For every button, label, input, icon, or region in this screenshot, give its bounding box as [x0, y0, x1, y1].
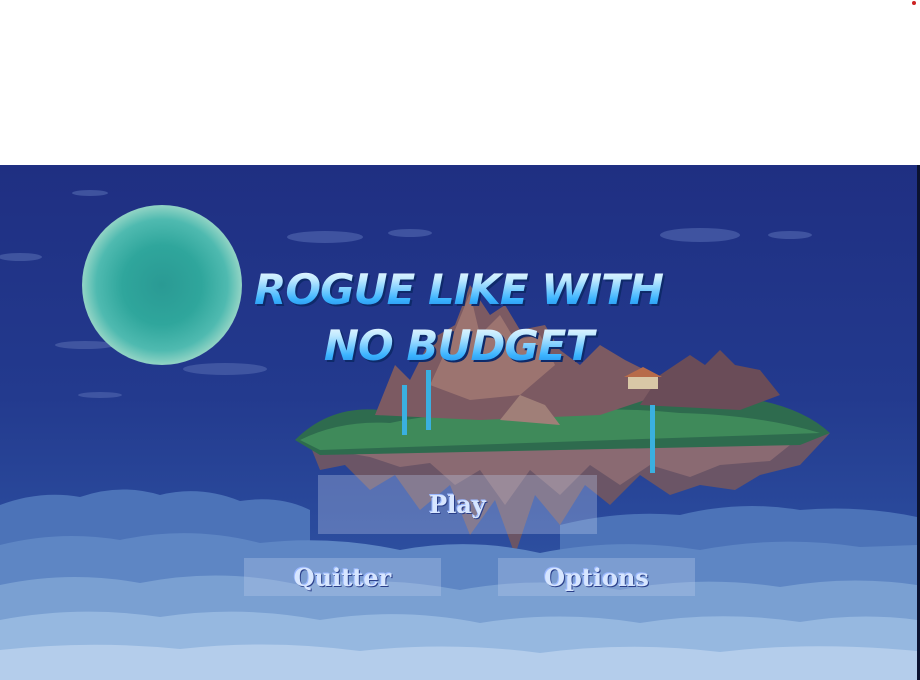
play-button[interactable]: Play: [318, 475, 597, 534]
game-title-line-2: NO BUDGET: [0, 321, 917, 370]
game-window: ROGUE LIKE WITH NO BUDGET Play Quitter O…: [0, 165, 917, 680]
status-indicator-dot: [912, 1, 916, 5]
quit-button[interactable]: Quitter: [244, 558, 441, 596]
options-button[interactable]: Options: [498, 558, 695, 596]
game-title-line-1: ROGUE LIKE WITH: [0, 265, 917, 314]
